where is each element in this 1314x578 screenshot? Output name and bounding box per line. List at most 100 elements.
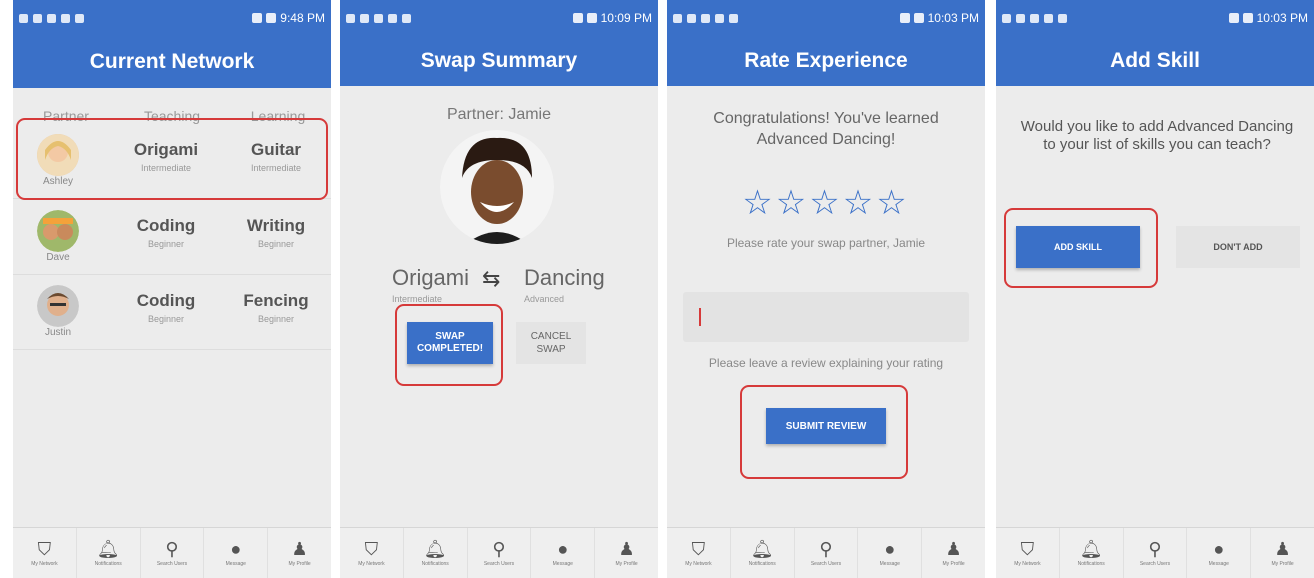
nav-notifications[interactable]: 🔔︎ Notifications — [77, 528, 141, 578]
nav-message[interactable]: ● Message — [1187, 528, 1252, 578]
nav-search-users[interactable]: ⚲ Search Users — [1124, 528, 1188, 578]
status-time: 10:03 PM — [1256, 11, 1308, 25]
search-user-icon: ⚲ — [165, 539, 179, 559]
status-bar: 10:03 PM — [996, 0, 1314, 36]
search-user-icon: ⚲ — [819, 539, 833, 559]
partner-name: Dave — [46, 252, 70, 263]
skill-level: Beginner — [257, 239, 295, 249]
highlight-box — [395, 304, 503, 386]
network-icon: ⛉ — [37, 539, 52, 559]
star-icon[interactable]: ☆ — [876, 184, 909, 222]
learning-cell: Writing Beginner — [221, 216, 331, 249]
status-notification-icons — [346, 13, 411, 23]
skill-level: Beginner — [147, 314, 185, 324]
screen-rate-experience: 10:03 PM Rate Experience Congratulations… — [667, 0, 985, 578]
star-icon[interactable]: ☆ — [809, 184, 842, 222]
bottom-nav: ⛉ My Network 🔔︎ Notifications ⚲ Search User… — [996, 527, 1314, 578]
signal-icon — [572, 13, 583, 23]
nav-search-users[interactable]: ⚲ Search Users — [795, 528, 859, 578]
avatar — [37, 210, 79, 252]
text-cursor — [699, 308, 701, 326]
status-bar: 10:03 PM — [667, 0, 985, 36]
battery-icon — [266, 13, 277, 23]
rate-prompt: Please rate your swap partner, Jamie — [726, 236, 926, 250]
teach-level: Intermediate — [392, 294, 443, 304]
signal-icon — [1228, 13, 1239, 23]
partner-name: Justin — [44, 327, 72, 338]
person-icon: ♟ — [1274, 539, 1291, 559]
nav-search-users[interactable]: ⚲ Search Users — [141, 528, 205, 578]
person-icon: ♟ — [291, 539, 308, 559]
highlight-box — [1004, 208, 1158, 288]
nav-my-network[interactable]: ⛉ My Network — [667, 528, 731, 578]
nav-notifications[interactable]: 🔔︎ Notifications — [404, 528, 468, 578]
highlight-box — [16, 118, 328, 200]
chat-icon: ● — [557, 539, 569, 559]
nav-my-profile[interactable]: ♟ My Profile — [595, 528, 658, 578]
skill-level: Beginner — [257, 314, 295, 324]
skill-name: Writing — [246, 216, 306, 235]
nav-notifications[interactable]: 🔔︎ Notifications — [731, 528, 795, 578]
learning-cell: Fencing Beginner — [221, 291, 331, 324]
nav-search-users[interactable]: ⚲ Search Users — [468, 528, 532, 578]
nav-message[interactable]: ● Message — [204, 528, 269, 578]
table-row[interactable]: Dave Coding Beginner Writing Beginner — [13, 200, 331, 275]
page-title: Swap Summary — [340, 36, 658, 86]
page-title: Rate Experience — [667, 36, 985, 86]
bell-icon: 🔔︎ — [96, 539, 120, 559]
chat-icon: ● — [884, 539, 896, 559]
star-icon[interactable]: ☆ — [742, 184, 775, 222]
partner-cell: Dave — [33, 210, 83, 263]
bottom-nav: ⛉ My Network 🔔︎ Notifications ⚲ Search User… — [667, 527, 985, 578]
teaching-cell: Coding Beginner — [111, 291, 221, 324]
status-notification-icons — [673, 13, 738, 23]
review-hint: Please leave a review explaining your ra… — [708, 356, 944, 370]
skill-level: Beginner — [147, 239, 185, 249]
congrats-message: Congratulations! You've learned Advanced… — [713, 110, 939, 148]
nav-message[interactable]: ● Message — [858, 528, 923, 578]
review-input[interactable] — [683, 292, 969, 342]
page-title: Add Skill — [996, 36, 1314, 86]
chat-icon: ● — [1213, 539, 1225, 559]
partner-avatar — [440, 130, 554, 244]
learn-level: Advanced — [524, 294, 565, 304]
highlight-box — [740, 385, 908, 479]
search-user-icon: ⚲ — [492, 539, 506, 559]
teaching-cell: Coding Beginner — [111, 216, 221, 249]
nav-my-network[interactable]: ⛉ My Network — [996, 528, 1060, 578]
bell-icon: 🔔︎ — [750, 539, 774, 559]
bottom-nav: ⛉ My Network 🔔︎ Notifications ⚲ Search User… — [13, 527, 331, 578]
status-time: 10:03 PM — [927, 11, 979, 25]
nav-my-network[interactable]: ⛉ My Network — [13, 528, 77, 578]
skill-name: Coding — [136, 216, 196, 235]
status-time: 10:09 PM — [600, 11, 652, 25]
status-bar: 10:09 PM — [340, 0, 658, 36]
table-row[interactable]: Justin Coding Beginner Fencing Beginner — [13, 275, 331, 350]
partner-label: Partner: Jamie — [446, 106, 552, 123]
swap-arrows-icon: ⇆ — [482, 266, 501, 291]
nav-message[interactable]: ● Message — [531, 528, 596, 578]
avatar — [37, 285, 79, 327]
nav-notifications[interactable]: 🔔︎ Notifications — [1060, 528, 1124, 578]
learn-skill: Dancing — [524, 265, 605, 290]
nav-my-network[interactable]: ⛉ My Network — [340, 528, 404, 578]
signal-icon — [899, 13, 910, 23]
teach-skill: Origami — [392, 265, 470, 290]
add-skill-question: Would you like to add Advanced Dancing t… — [1020, 118, 1294, 153]
nav-my-profile[interactable]: ♟ My Profile — [922, 528, 985, 578]
person-icon: ♟ — [618, 539, 635, 559]
nav-my-profile[interactable]: ♟ My Profile — [1251, 528, 1314, 578]
person-icon: ♟ — [945, 539, 962, 559]
star-icon[interactable]: ☆ — [843, 184, 876, 222]
bell-icon: 🔔︎ — [423, 539, 447, 559]
battery-icon — [913, 13, 924, 23]
star-icon[interactable]: ☆ — [776, 184, 809, 222]
partner-cell: Justin — [33, 285, 83, 338]
dont-add-button[interactable]: DON'T ADD — [1176, 226, 1300, 268]
nav-my-profile[interactable]: ♟ My Profile — [268, 528, 331, 578]
battery-icon — [586, 13, 597, 23]
star-rating[interactable]: ☆☆☆☆☆ — [667, 183, 985, 223]
skill-name: Coding — [136, 291, 196, 310]
cancel-swap-button[interactable]: CANCEL SWAP — [516, 322, 586, 364]
screen-current-network: 9:48 PM Current Network Partner Teaching… — [13, 0, 331, 578]
